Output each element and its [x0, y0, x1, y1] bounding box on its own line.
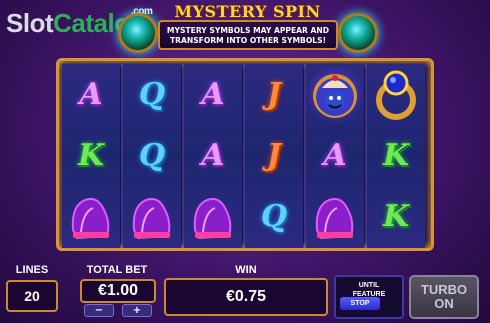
reel-separator	[304, 64, 306, 248]
win-value: €0.75	[164, 278, 328, 316]
reel-3: AA	[184, 64, 242, 248]
reel-5: A	[306, 64, 364, 248]
game-title: MYSTERY SPIN	[174, 2, 321, 21]
symbol-a: A	[323, 138, 347, 173]
symbol-a: A	[201, 138, 225, 173]
reel-frame: AKQQAAJJQAKK	[56, 58, 434, 251]
reel-separator	[182, 64, 184, 248]
symbol-k: K	[77, 138, 105, 173]
turbo-state: ON	[434, 296, 454, 311]
bet-decrease-button[interactable]: −	[84, 304, 114, 317]
feature-banner: MYSTERY SYMBOLS MAY APPEAR AND TRANSFORM…	[158, 20, 338, 50]
symbol-q: Q	[260, 199, 288, 234]
stop-button[interactable]: STOP	[340, 297, 380, 310]
bet-increase-button[interactable]: +	[122, 304, 152, 317]
until-label: UNTIL	[358, 282, 380, 289]
symbol-j: J	[266, 138, 282, 173]
ring-icon	[367, 64, 425, 125]
symbol-k: K	[382, 138, 410, 173]
reel-separator	[243, 64, 245, 248]
banner-line-2: TRANSFORM INTO OTHER SYMBOLS!	[169, 36, 327, 45]
symbol-a: A	[79, 77, 103, 112]
symbol-q: Q	[138, 138, 166, 173]
symbol-q: Q	[138, 77, 166, 112]
watermark-slot-text: Slot	[6, 8, 54, 38]
lines-label: LINES	[15, 264, 49, 276]
right-orb-icon	[338, 13, 378, 53]
reel-1: AK	[62, 64, 120, 248]
lines-value[interactable]: 20	[6, 280, 58, 312]
magic-carpet-icon	[123, 186, 181, 247]
magic-carpet-icon	[62, 186, 120, 247]
reel-separator	[365, 64, 367, 248]
magic-carpet-icon	[184, 186, 242, 247]
turbo-button[interactable]: TURBO ON	[409, 275, 479, 319]
reel-2: QQ	[123, 64, 181, 248]
magic-carpet-icon	[306, 186, 364, 247]
reel-4: JJQ	[245, 64, 303, 248]
reel-6: KK	[367, 64, 425, 248]
banner-line-1: MYSTERY SYMBOLS MAY APPEAR AND	[166, 26, 330, 35]
total-bet-value: €1.00	[80, 279, 156, 303]
symbol-j: J	[266, 77, 282, 112]
reel-separator	[121, 64, 123, 248]
left-orb-icon	[118, 13, 158, 53]
symbol-k: K	[382, 199, 410, 234]
turbo-label: TURBO	[420, 282, 468, 297]
genie-icon	[306, 64, 364, 125]
symbol-a: A	[201, 77, 225, 112]
total-bet-label: TOTAL BET	[86, 264, 148, 276]
win-label: WIN	[235, 264, 257, 276]
